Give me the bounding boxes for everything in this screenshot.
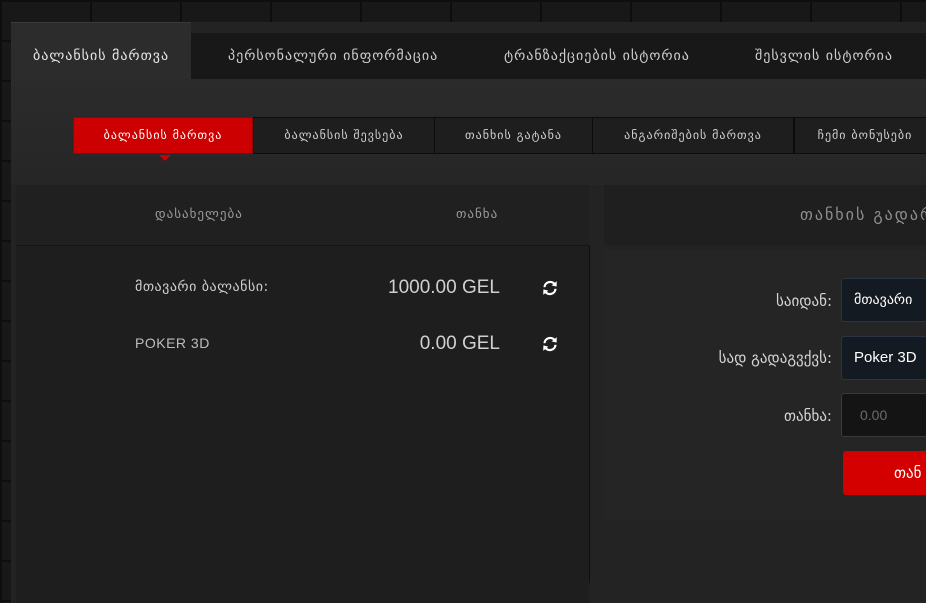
transfer-submit-button[interactable]: თან — [843, 451, 926, 495]
column-name-header: დასახელება — [155, 207, 243, 222]
to-select[interactable]: Poker 3D — [841, 336, 926, 380]
balance-name: POKER 3D — [135, 335, 210, 351]
amount-input[interactable] — [841, 393, 926, 437]
subtab-withdraw[interactable]: თანხის გატანა — [434, 117, 593, 154]
subtab-bonuses[interactable]: ჩემი ბონუსები — [794, 117, 926, 154]
amount-label: თანხა: — [784, 407, 832, 425]
from-select[interactable]: მთავარი — [841, 278, 926, 322]
column-divider — [589, 246, 590, 583]
tab-balance-management[interactable]: ბალანსის მართვა — [11, 22, 192, 80]
balance-amount: 1000.00 GEL — [388, 277, 500, 298]
column-amount-header: თანხა — [456, 207, 499, 222]
balance-amount: 0.00 GEL — [419, 333, 500, 354]
balance-table-body: მთავარი ბალანსი: 1000.00 GEL POKER 3D 0.… — [16, 246, 589, 603]
tab-login-history[interactable]: შესვლის ისტორია — [755, 33, 893, 79]
from-label: საიდან: — [776, 292, 832, 310]
subtab-balance-management[interactable]: ბალანსის მართვა — [73, 117, 253, 154]
balance-name: მთავარი ბალანსი: — [135, 279, 269, 295]
transfer-header: თანხის გადარ — [604, 185, 926, 245]
balance-table-header: დასახელება თანხა — [16, 185, 589, 246]
active-tab-caret — [159, 155, 171, 161]
table-row: POKER 3D 0.00 GEL — [16, 325, 589, 365]
refresh-icon[interactable] — [541, 335, 559, 353]
subtab-accounts[interactable]: ანგარიშების მართვა — [592, 117, 794, 154]
subtab-deposit[interactable]: ბალანსის შევსება — [253, 117, 435, 154]
to-label: სად გადაგვქვს: — [718, 349, 832, 367]
refresh-icon[interactable] — [541, 279, 559, 297]
tab-transaction-history[interactable]: ტრანზაქციების ისტორია — [504, 33, 690, 79]
transfer-title: თანხის გადარ — [800, 205, 926, 224]
table-row: მთავარი ბალანსი: 1000.00 GEL — [16, 269, 589, 309]
tab-personal-info[interactable]: პერსონალური ინფორმაცია — [228, 33, 438, 79]
top-tab-bar: ბალანსის მართვა პერსონალური ინფორმაცია ტ… — [11, 22, 926, 80]
